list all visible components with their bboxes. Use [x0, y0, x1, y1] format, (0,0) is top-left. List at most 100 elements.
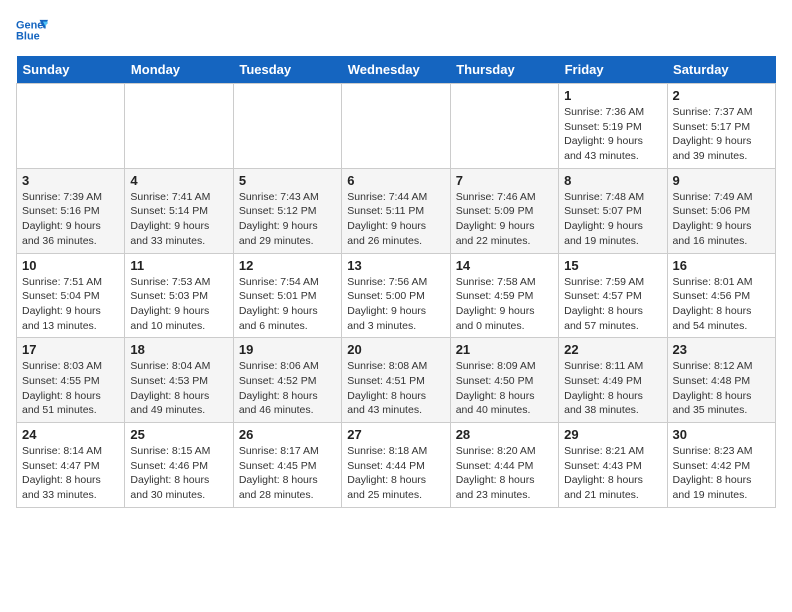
day-info: Sunrise: 7:59 AMSunset: 4:57 PMDaylight:… — [564, 275, 661, 334]
empty-cell — [450, 84, 558, 169]
day-number: 11 — [130, 258, 227, 273]
day-cell-5: 5 Sunrise: 7:43 AMSunset: 5:12 PMDaylight… — [233, 168, 341, 253]
day-info: Sunrise: 8:15 AMSunset: 4:46 PMDaylight:… — [130, 444, 227, 503]
day-cell-23: 23 Sunrise: 8:12 AMSunset: 4:48 PMDayligh… — [667, 338, 775, 423]
day-info: Sunrise: 8:21 AMSunset: 4:43 PMDaylight:… — [564, 444, 661, 503]
day-info: Sunrise: 7:36 AMSunset: 5:19 PMDaylight:… — [564, 105, 661, 164]
day-number: 30 — [673, 427, 770, 442]
day-number: 20 — [347, 342, 444, 357]
svg-text:Blue: Blue — [16, 30, 40, 42]
day-number: 10 — [22, 258, 119, 273]
day-cell-27: 27 Sunrise: 8:18 AMSunset: 4:44 PMDayligh… — [342, 423, 450, 508]
day-info: Sunrise: 7:54 AMSunset: 5:01 PMDaylight:… — [239, 275, 336, 334]
day-cell-10: 10 Sunrise: 7:51 AMSunset: 5:04 PMDayligh… — [17, 253, 125, 338]
day-cell-4: 4Sunrise: 7:41 AMSunset: 5:14 PMDaylight… — [125, 168, 233, 253]
day-number: 27 — [347, 427, 444, 442]
day-info: Sunrise: 7:44 AMSunset: 5:11 PMDaylight:… — [347, 190, 444, 249]
day-info: Sunrise: 7:58 AMSunset: 4:59 PMDaylight:… — [456, 275, 553, 334]
weekday-header-thursday: Thursday — [450, 56, 558, 84]
day-info: Sunrise: 8:20 AMSunset: 4:44 PMDaylight:… — [456, 444, 553, 503]
day-number: 22 — [564, 342, 661, 357]
day-number: 7 — [456, 173, 553, 188]
empty-cell — [17, 84, 125, 169]
day-info: Sunrise: 8:14 AMSunset: 4:47 PMDaylight:… — [22, 444, 119, 503]
day-info: Sunrise: 7:53 AMSunset: 5:03 PMDaylight:… — [130, 275, 227, 334]
day-number: 25 — [130, 427, 227, 442]
day-number: 15 — [564, 258, 661, 273]
day-info: Sunrise: 8:01 AMSunset: 4:56 PMDaylight:… — [673, 275, 770, 334]
day-info: Sunrise: 7:39 AMSunset: 5:16 PMDaylight:… — [22, 190, 119, 249]
day-info: Sunrise: 8:18 AMSunset: 4:44 PMDaylight:… — [347, 444, 444, 503]
day-cell-28: 28 Sunrise: 8:20 AMSunset: 4:44 PMDayligh… — [450, 423, 558, 508]
day-cell-3: 3 Sunrise: 7:39 AMSunset: 5:16 PMDaylight… — [17, 168, 125, 253]
day-cell-2: 2Sunrise: 7:37 AMSunset: 5:17 PMDaylight… — [667, 84, 775, 169]
calendar-week-row: 3 Sunrise: 7:39 AMSunset: 5:16 PMDaylight… — [17, 168, 776, 253]
day-number: 26 — [239, 427, 336, 442]
logo-icon: General Blue — [16, 16, 48, 44]
day-number: 9 — [673, 173, 770, 188]
day-cell-9: 9Sunrise: 7:49 AMSunset: 5:06 PMDaylight… — [667, 168, 775, 253]
day-cell-30: 30 Sunrise: 8:23 AMSunset: 4:42 PMDayligh… — [667, 423, 775, 508]
day-number: 3 — [22, 173, 119, 188]
empty-cell — [342, 84, 450, 169]
weekday-header-friday: Friday — [559, 56, 667, 84]
day-info: Sunrise: 8:06 AMSunset: 4:52 PMDaylight:… — [239, 359, 336, 418]
day-info: Sunrise: 8:17 AMSunset: 4:45 PMDaylight:… — [239, 444, 336, 503]
day-info: Sunrise: 7:43 AMSunset: 5:12 PMDaylight:… — [239, 190, 336, 249]
day-info: Sunrise: 7:48 AMSunset: 5:07 PMDaylight:… — [564, 190, 661, 249]
calendar-week-row: 10 Sunrise: 7:51 AMSunset: 5:04 PMDayligh… — [17, 253, 776, 338]
day-cell-15: 15 Sunrise: 7:59 AMSunset: 4:57 PMDayligh… — [559, 253, 667, 338]
day-number: 24 — [22, 427, 119, 442]
day-info: Sunrise: 7:51 AMSunset: 5:04 PMDaylight:… — [22, 275, 119, 334]
day-number: 5 — [239, 173, 336, 188]
day-cell-17: 17Sunrise: 8:03 AMSunset: 4:55 PMDayligh… — [17, 338, 125, 423]
day-cell-16: 16 Sunrise: 8:01 AMSunset: 4:56 PMDayligh… — [667, 253, 775, 338]
day-cell-1: 1 Sunrise: 7:36 AMSunset: 5:19 PMDaylight… — [559, 84, 667, 169]
day-number: 28 — [456, 427, 553, 442]
weekday-header-wednesday: Wednesday — [342, 56, 450, 84]
calendar-table: SundayMondayTuesdayWednesdayThursdayFrid… — [16, 56, 776, 508]
day-number: 6 — [347, 173, 444, 188]
day-number: 17 — [22, 342, 119, 357]
empty-cell — [125, 84, 233, 169]
day-cell-12: 12 Sunrise: 7:54 AMSunset: 5:01 PMDayligh… — [233, 253, 341, 338]
day-number: 16 — [673, 258, 770, 273]
page-header: General Blue — [16, 16, 776, 44]
day-number: 1 — [564, 88, 661, 103]
day-info: Sunrise: 8:08 AMSunset: 4:51 PMDaylight:… — [347, 359, 444, 418]
calendar-week-row: 17Sunrise: 8:03 AMSunset: 4:55 PMDayligh… — [17, 338, 776, 423]
day-number: 12 — [239, 258, 336, 273]
day-info: Sunrise: 8:04 AMSunset: 4:53 PMDaylight:… — [130, 359, 227, 418]
day-cell-6: 6 Sunrise: 7:44 AMSunset: 5:11 PMDaylight… — [342, 168, 450, 253]
day-cell-29: 29 Sunrise: 8:21 AMSunset: 4:43 PMDayligh… — [559, 423, 667, 508]
weekday-header-saturday: Saturday — [667, 56, 775, 84]
day-number: 29 — [564, 427, 661, 442]
day-cell-11: 11 Sunrise: 7:53 AMSunset: 5:03 PMDayligh… — [125, 253, 233, 338]
day-info: Sunrise: 8:11 AMSunset: 4:49 PMDaylight:… — [564, 359, 661, 418]
day-number: 21 — [456, 342, 553, 357]
day-cell-26: 26 Sunrise: 8:17 AMSunset: 4:45 PMDayligh… — [233, 423, 341, 508]
day-cell-22: 22 Sunrise: 8:11 AMSunset: 4:49 PMDayligh… — [559, 338, 667, 423]
day-number: 8 — [564, 173, 661, 188]
day-number: 14 — [456, 258, 553, 273]
day-number: 4 — [130, 173, 227, 188]
day-cell-8: 8 Sunrise: 7:48 AMSunset: 5:07 PMDaylight… — [559, 168, 667, 253]
day-number: 18 — [130, 342, 227, 357]
day-cell-7: 7 Sunrise: 7:46 AMSunset: 5:09 PMDaylight… — [450, 168, 558, 253]
calendar-header-row: SundayMondayTuesdayWednesdayThursdayFrid… — [17, 56, 776, 84]
weekday-header-monday: Monday — [125, 56, 233, 84]
day-cell-25: 25 Sunrise: 8:15 AMSunset: 4:46 PMDayligh… — [125, 423, 233, 508]
day-number: 23 — [673, 342, 770, 357]
day-cell-20: 20 Sunrise: 8:08 AMSunset: 4:51 PMDayligh… — [342, 338, 450, 423]
day-info: Sunrise: 7:46 AMSunset: 5:09 PMDaylight:… — [456, 190, 553, 249]
day-info: Sunrise: 7:37 AMSunset: 5:17 PMDaylight:… — [673, 105, 770, 164]
logo: General Blue — [16, 16, 52, 44]
day-number: 19 — [239, 342, 336, 357]
day-info: Sunrise: 8:23 AMSunset: 4:42 PMDaylight:… — [673, 444, 770, 503]
day-info: Sunrise: 8:12 AMSunset: 4:48 PMDaylight:… — [673, 359, 770, 418]
day-cell-14: 14 Sunrise: 7:58 AMSunset: 4:59 PMDayligh… — [450, 253, 558, 338]
empty-cell — [233, 84, 341, 169]
calendar-week-row: 1 Sunrise: 7:36 AMSunset: 5:19 PMDaylight… — [17, 84, 776, 169]
day-number: 13 — [347, 258, 444, 273]
calendar-week-row: 24 Sunrise: 8:14 AMSunset: 4:47 PMDayligh… — [17, 423, 776, 508]
